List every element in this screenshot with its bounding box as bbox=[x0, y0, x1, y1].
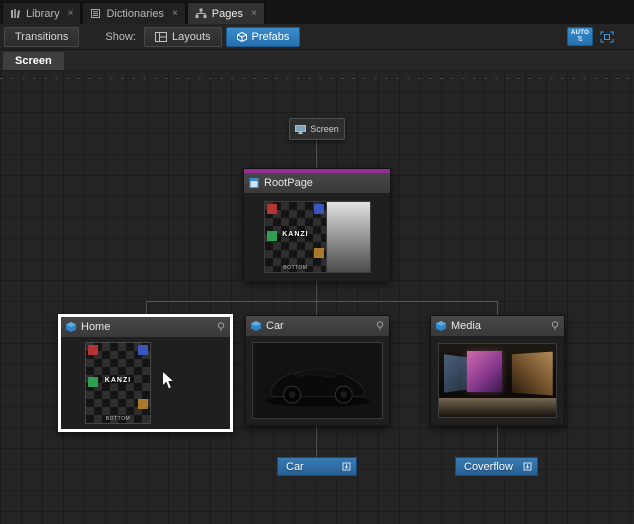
tab-library[interactable]: Library × bbox=[2, 2, 81, 24]
pin-icon[interactable] bbox=[551, 321, 559, 331]
prefab-icon bbox=[251, 321, 261, 331]
red-marker bbox=[88, 345, 98, 355]
gradient-preview bbox=[327, 202, 369, 272]
state-button-label: Coverflow bbox=[464, 461, 513, 473]
state-button-label: Car bbox=[286, 461, 304, 473]
library-icon bbox=[10, 8, 21, 19]
close-icon[interactable]: × bbox=[251, 8, 257, 19]
car-thumbnail bbox=[252, 342, 383, 419]
tab-label: Pages bbox=[212, 8, 243, 20]
connector-rootpage-branch bbox=[316, 281, 317, 302]
kanzi-brand-label: KANZI bbox=[265, 231, 327, 238]
coverflow-thumbnail bbox=[438, 343, 557, 418]
checker-pattern-thumbnail: KANZI BOTTOM bbox=[85, 342, 151, 424]
auto-arrange-button[interactable]: AUTO ⇅ bbox=[567, 27, 593, 46]
bottom-label: BOTTOM bbox=[265, 265, 327, 271]
node-car[interactable]: Car bbox=[245, 315, 390, 426]
prefab-icon bbox=[436, 321, 446, 331]
dictionaries-icon bbox=[90, 8, 101, 19]
pin-icon[interactable] bbox=[376, 321, 384, 331]
tab-label: Library bbox=[26, 8, 60, 20]
home-header: Home bbox=[61, 317, 230, 337]
prefabs-label: Prefabs bbox=[252, 31, 290, 43]
layouts-toggle[interactable]: Layouts bbox=[144, 27, 222, 47]
blue-marker bbox=[314, 204, 324, 214]
connector-branch-media bbox=[497, 302, 498, 315]
coverflow-right-image bbox=[512, 351, 553, 395]
prefab-icon bbox=[66, 322, 76, 332]
state-manager-icon bbox=[523, 462, 532, 471]
layouts-label: Layouts bbox=[172, 31, 211, 43]
tab-dictionaries[interactable]: Dictionaries × bbox=[82, 2, 185, 24]
tab-screen-view[interactable]: Screen bbox=[3, 52, 64, 70]
node-screen[interactable]: Screen bbox=[289, 118, 345, 140]
connector-branch-car bbox=[316, 302, 317, 315]
view-tab-row: Screen bbox=[0, 50, 634, 70]
car-preview bbox=[246, 336, 389, 425]
coverflow-center-image bbox=[467, 351, 502, 392]
blue-marker bbox=[138, 345, 148, 355]
orange-marker bbox=[138, 399, 148, 409]
rootpage-thumbnail: KANZI BOTTOM bbox=[264, 201, 371, 273]
sort-arrows-icon: ⇅ bbox=[577, 36, 583, 43]
checker-pattern-thumbnail: KANZI BOTTOM bbox=[265, 202, 328, 272]
prefabs-toggle[interactable]: Prefabs bbox=[226, 27, 301, 47]
car-title: Car bbox=[266, 320, 371, 332]
state-manager-icon bbox=[342, 462, 351, 471]
state-button-car[interactable]: Car bbox=[277, 457, 357, 476]
home-title: Home bbox=[81, 321, 212, 333]
close-icon[interactable]: × bbox=[68, 8, 74, 19]
fit-to-view-button[interactable] bbox=[596, 27, 618, 46]
coverflow-floor bbox=[439, 398, 556, 417]
media-header: Media bbox=[431, 316, 564, 336]
transitions-button[interactable]: Transitions bbox=[4, 27, 79, 47]
prefabs-icon bbox=[237, 32, 247, 42]
node-home[interactable]: Home KANZI BOTTOM bbox=[58, 314, 233, 432]
layouts-icon bbox=[155, 32, 167, 42]
pages-icon bbox=[195, 8, 207, 19]
node-media[interactable]: Media bbox=[430, 315, 565, 426]
screen-node-label: Screen bbox=[310, 124, 339, 134]
connector-screen-rootpage bbox=[316, 140, 317, 168]
show-label: Show: bbox=[105, 31, 136, 43]
home-preview: KANZI BOTTOM bbox=[61, 337, 230, 429]
rootpage-title: RootPage bbox=[264, 177, 385, 189]
kanzi-brand-label: KANZI bbox=[86, 377, 150, 384]
car-header: Car bbox=[246, 316, 389, 336]
connector-media-statebutton bbox=[497, 426, 498, 457]
tab-label: Dictionaries bbox=[106, 8, 163, 20]
guide-dashed-line bbox=[0, 78, 634, 79]
red-marker bbox=[267, 204, 277, 214]
connector-car-statebutton bbox=[316, 426, 317, 457]
close-icon[interactable]: × bbox=[172, 8, 178, 19]
connector-branch-horizontal bbox=[146, 301, 498, 302]
rootpage-header: RootPage bbox=[244, 173, 390, 193]
media-preview bbox=[431, 336, 564, 425]
pages-toolbar: Transitions Show: Layouts Prefabs AUTO ⇅ bbox=[0, 24, 634, 50]
page-icon bbox=[249, 178, 259, 188]
transitions-label: Transitions bbox=[15, 31, 68, 43]
media-title: Media bbox=[451, 320, 546, 332]
panel-tab-bar: Library × Dictionaries × Pages × bbox=[0, 0, 634, 24]
tab-pages[interactable]: Pages × bbox=[187, 2, 265, 24]
mouse-cursor-icon bbox=[161, 370, 176, 391]
rootpage-preview: KANZI BOTTOM bbox=[244, 193, 390, 281]
orange-marker bbox=[314, 248, 324, 258]
page-graph-canvas[interactable]: Screen RootPage KANZI B bbox=[0, 70, 634, 524]
coverflow-left-image bbox=[444, 354, 468, 392]
monitor-icon bbox=[295, 125, 306, 134]
bottom-label: BOTTOM bbox=[86, 416, 150, 422]
connector-branch-home bbox=[146, 302, 147, 314]
node-rootpage[interactable]: RootPage KANZI BOTTOM bbox=[243, 168, 391, 281]
kanzi-pages-panel: Library × Dictionaries × Pages × Transit… bbox=[0, 0, 634, 524]
fit-to-view-icon bbox=[600, 31, 614, 43]
pin-icon[interactable] bbox=[217, 322, 225, 332]
state-button-coverflow[interactable]: Coverflow bbox=[455, 457, 538, 476]
